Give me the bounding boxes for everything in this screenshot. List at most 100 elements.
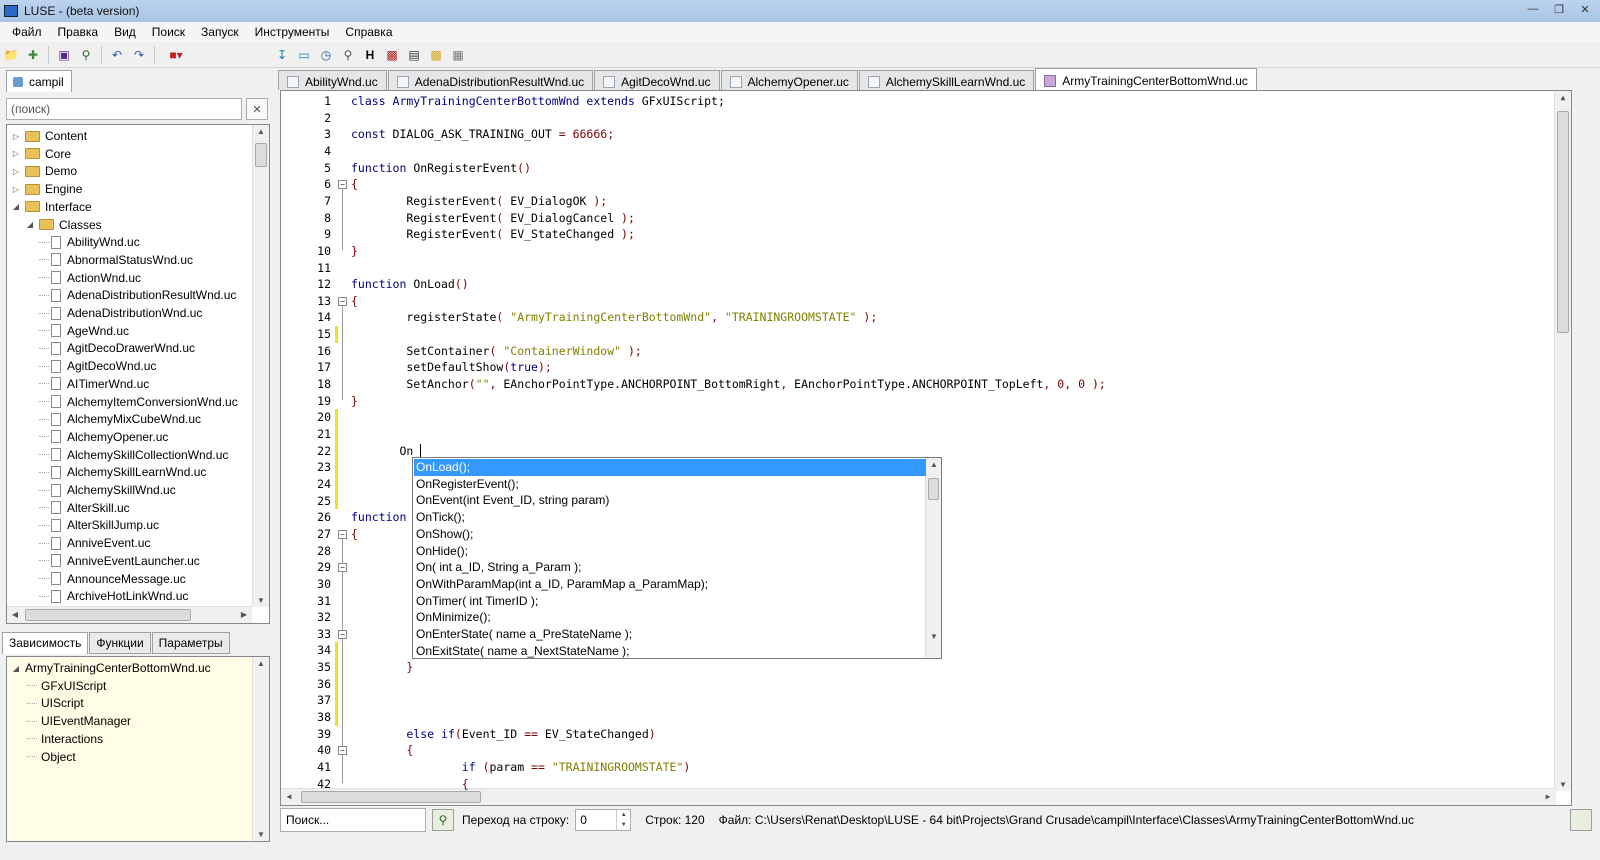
- save-icon[interactable]: ▣: [55, 46, 73, 64]
- code-line[interactable]: function OnLoad(): [351, 276, 469, 293]
- tree-horizontal-scrollbar[interactable]: ◀ ▶: [7, 606, 252, 623]
- status-search-input[interactable]: Поиск...: [280, 808, 426, 832]
- tree-file[interactable]: AnniveEventLauncher.uc: [39, 552, 200, 570]
- tree-file[interactable]: AlchemyMixCubeWnd.uc: [39, 410, 201, 428]
- folder-icon[interactable]: ▩: [427, 46, 445, 64]
- tree-file[interactable]: AlchemySkillLearnWnd.uc: [39, 463, 206, 481]
- code-line[interactable]: const DIALOG_ASK_TRAINING_OUT = 66666;: [351, 126, 614, 143]
- editor-tab[interactable]: AgitDecoWnd.uc: [594, 70, 720, 90]
- scroll-thumb[interactable]: [1557, 111, 1569, 333]
- autocomplete-item[interactable]: OnMinimize();: [414, 609, 926, 626]
- new-file-icon[interactable]: ✚: [24, 46, 42, 64]
- editor-tab[interactable]: AlchemySkillLearnWnd.uc: [858, 70, 1035, 90]
- tree-file[interactable]: AgitDecoDrawerWnd.uc: [39, 339, 195, 357]
- expander-icon[interactable]: ▷: [11, 167, 21, 176]
- code-line[interactable]: setDefaultShow(true);: [351, 359, 551, 376]
- scroll-thumb[interactable]: [25, 609, 191, 621]
- clear-filter-icon[interactable]: ✕: [246, 98, 268, 120]
- console-icon[interactable]: ▤: [405, 46, 423, 64]
- tree-folder[interactable]: ▷ Content: [11, 127, 87, 145]
- search-icon[interactable]: ⚲: [77, 46, 95, 64]
- redo-icon[interactable]: ↷: [130, 46, 148, 64]
- scroll-up-icon[interactable]: ▲: [1555, 93, 1571, 102]
- tree-file[interactable]: AbnormalStatusWnd.uc: [39, 251, 193, 269]
- format-icon[interactable]: ↧: [273, 46, 291, 64]
- scroll-down-icon[interactable]: ▼: [253, 596, 269, 605]
- tree-folder[interactable]: ◢ Interface: [11, 198, 92, 216]
- tree-file[interactable]: AdenaDistributionResultWnd.uc: [39, 286, 236, 304]
- layout-icon[interactable]: ▦: [449, 46, 467, 64]
- dependency-item[interactable]: UIScript: [27, 694, 84, 712]
- code-line[interactable]: SetContainer( "ContainerWindow" );: [351, 343, 641, 360]
- tree-file[interactable]: AlchemySkillCollectionWnd.uc: [39, 446, 228, 464]
- tree-file[interactable]: ActionWnd.uc: [39, 269, 141, 287]
- code-line[interactable]: RegisterEvent( EV_DialogOK );: [351, 193, 607, 210]
- scroll-down-icon[interactable]: ▼: [926, 632, 941, 641]
- tree-file[interactable]: AnniveEvent.uc: [39, 534, 150, 552]
- dependency-scrollbar[interactable]: ▲ ▼: [252, 657, 269, 841]
- fold-toggle-icon[interactable]: −: [338, 529, 347, 539]
- code-line[interactable]: {: [351, 742, 413, 759]
- code-line[interactable]: function OnRegisterEvent(): [351, 160, 531, 177]
- corner-icon[interactable]: [1570, 809, 1592, 831]
- code-line[interactable]: On: [351, 443, 413, 460]
- scroll-up-icon[interactable]: ▲: [253, 127, 269, 136]
- autocomplete-item[interactable]: OnTick();: [414, 509, 926, 526]
- scroll-down-icon[interactable]: ▼: [1555, 780, 1571, 789]
- dependency-item[interactable]: GFxUIScript: [27, 677, 106, 695]
- scroll-down-icon[interactable]: ▼: [253, 830, 269, 839]
- dependency-tab[interactable]: Функции: [89, 632, 151, 654]
- fold-toggle-icon[interactable]: −: [338, 180, 347, 190]
- expander-icon[interactable]: ◢: [11, 664, 21, 673]
- project-search-input[interactable]: (поиск): [6, 98, 242, 120]
- open-folder-icon[interactable]: 📁: [2, 46, 20, 64]
- editor-tab[interactable]: AlchemyOpener.uc: [720, 70, 858, 90]
- code-line[interactable]: SetAnchor("", EAnchorPointType.ANCHORPOI…: [351, 376, 1105, 393]
- menu-item[interactable]: Справка: [337, 25, 400, 39]
- autocomplete-item[interactable]: On( int a_ID, String a_Param );: [414, 559, 926, 576]
- scroll-up-icon[interactable]: ▲: [926, 460, 941, 469]
- editor-horizontal-scrollbar[interactable]: ◀ ▶: [281, 788, 1556, 805]
- scroll-thumb[interactable]: [928, 478, 939, 500]
- menu-item[interactable]: Файл: [4, 25, 50, 39]
- expander-icon[interactable]: ▷: [11, 149, 21, 158]
- autocomplete-item[interactable]: OnHide();: [414, 543, 926, 560]
- heading-icon[interactable]: H: [361, 46, 379, 64]
- scroll-thumb[interactable]: [255, 143, 267, 167]
- tree-file[interactable]: AITimerWnd.uc: [39, 375, 149, 393]
- editor-tab[interactable]: AbilityWnd.uc: [278, 70, 387, 90]
- goto-line-input[interactable]: 0 ▲ ▼: [575, 809, 632, 831]
- editor-vertical-scrollbar[interactable]: ▲ ▼: [1554, 91, 1571, 791]
- menu-item[interactable]: Запуск: [193, 25, 247, 39]
- tree-file[interactable]: AnnounceMessage.uc: [39, 570, 186, 588]
- tree-folder[interactable]: ▷ Demo: [11, 162, 77, 180]
- tree-file[interactable]: AdenaDistributionWnd.uc: [39, 304, 202, 322]
- menu-item[interactable]: Инструменты: [247, 25, 338, 39]
- tree-folder[interactable]: ▷ Engine: [11, 180, 82, 198]
- code-line[interactable]: class ArmyTrainingCenterBottomWnd extend…: [351, 93, 725, 110]
- dependency-item[interactable]: UIEventManager: [27, 712, 131, 730]
- fold-toggle-icon[interactable]: −: [338, 746, 347, 756]
- code-line[interactable]: }: [351, 243, 358, 260]
- code-editor[interactable]: 1 2 3 4 5 6 7 8 9 10 11 12 13 14 15 16 17 18 19 20 21 22 23 24 2…: [280, 90, 1572, 806]
- autocomplete-item[interactable]: OnTimer( int TimerID );: [414, 593, 926, 610]
- code-line[interactable]: {: [351, 776, 469, 793]
- fold-toggle-icon[interactable]: −: [338, 563, 347, 573]
- scroll-up-icon[interactable]: ▲: [253, 659, 269, 668]
- code-line[interactable]: }: [351, 659, 413, 676]
- book-icon[interactable]: ▩: [383, 46, 401, 64]
- clock-icon[interactable]: ◷: [317, 46, 335, 64]
- code-line[interactable]: {: [351, 526, 358, 543]
- tree-file[interactable]: AgeWnd.uc: [39, 322, 129, 340]
- expander-icon[interactable]: ▷: [11, 185, 21, 194]
- scroll-left-icon[interactable]: ◀: [281, 792, 297, 801]
- code-line[interactable]: if (param == "TRAININGROOMSTATE"): [351, 759, 691, 776]
- spin-buttons[interactable]: ▲ ▼: [616, 810, 630, 830]
- expander-icon[interactable]: ◢: [11, 202, 21, 211]
- editor-tab[interactable]: ArmyTrainingCenterBottomWnd.uc: [1035, 68, 1257, 90]
- fold-toggle-icon[interactable]: −: [338, 296, 347, 306]
- menu-item[interactable]: Вид: [106, 25, 144, 39]
- window-icon[interactable]: ▭: [295, 46, 313, 64]
- tree-file[interactable]: AlchemyItemConversionWnd.uc: [39, 393, 238, 411]
- code-line[interactable]: }: [351, 393, 358, 410]
